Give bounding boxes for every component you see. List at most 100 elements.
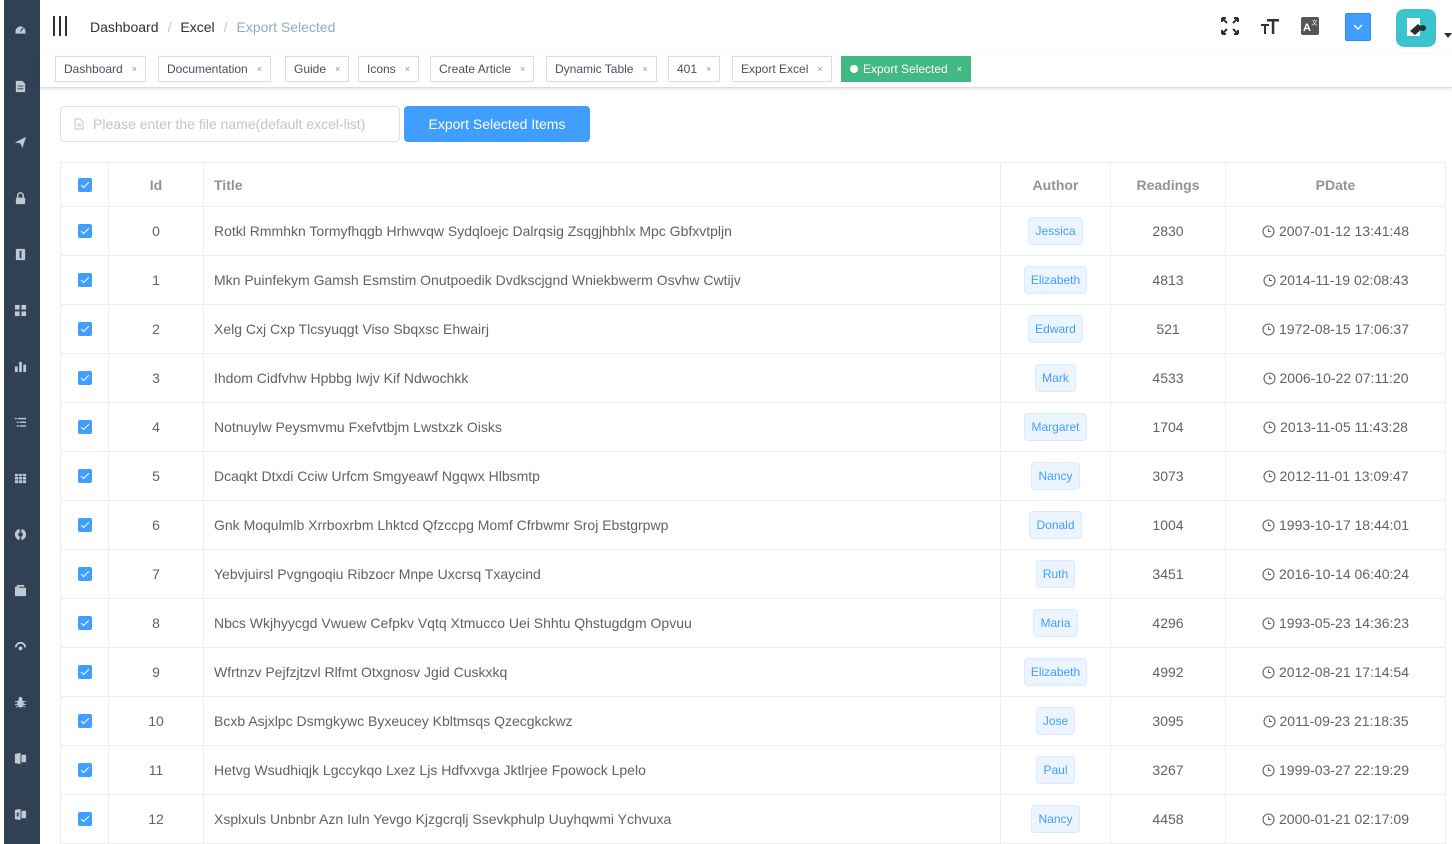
tag-close-icon[interactable]: × bbox=[520, 64, 525, 74]
tag-documentation[interactable]: Documentation × bbox=[158, 56, 271, 82]
dashboard-icon[interactable] bbox=[13, 23, 27, 37]
cell-pdate: 2011-09-23 21:18:35 bbox=[1226, 697, 1445, 745]
excel-icon[interactable] bbox=[13, 751, 27, 765]
font-size-icon[interactable] bbox=[1259, 15, 1281, 37]
error-log-icon[interactable] bbox=[13, 695, 27, 709]
tag-close-icon[interactable]: × bbox=[817, 64, 822, 74]
avatar-caret-icon[interactable] bbox=[1444, 33, 1452, 38]
translate-icon[interactable]: A 文 bbox=[1299, 15, 1321, 37]
tag-icons[interactable]: Icons × bbox=[358, 56, 419, 82]
select-all-checkbox[interactable] bbox=[77, 177, 92, 192]
table-row[interactable]: 9 Wfrtnzv Pejfzjtzvl Rlfmt Otxgnosv Jgid … bbox=[61, 648, 1445, 697]
zip-icon[interactable] bbox=[13, 807, 27, 821]
table-row[interactable]: 0 Rotkl Rmmhkn Tormyfhqgb Hrhwvqw Sydqloe… bbox=[61, 207, 1445, 256]
clock-icon bbox=[1262, 518, 1275, 532]
tag-guide[interactable]: Guide × bbox=[285, 56, 350, 82]
date-text: 2012-08-21 17:14:54 bbox=[1279, 664, 1409, 680]
cell-author: Edward bbox=[1001, 305, 1111, 353]
cell-id: 1 bbox=[109, 256, 204, 304]
table-row[interactable]: 10 Bcxb Asjxlpc Dsmgkywc Byxeucey Kbltmsq… bbox=[61, 697, 1445, 746]
export-selected-button[interactable]: Export Selected Items bbox=[404, 106, 590, 142]
icons-icon[interactable] bbox=[13, 247, 27, 261]
cell-pdate: 2016-10-14 06:40:24 bbox=[1226, 550, 1445, 598]
row-checkbox[interactable] bbox=[77, 420, 92, 434]
table-row[interactable]: 11 Hetvg Wsudhiqjk Lgccykqo Lxez Ljs Hdfv… bbox=[61, 746, 1445, 795]
select-cell bbox=[61, 452, 109, 500]
error-pages-icon[interactable] bbox=[13, 639, 27, 653]
permission-lock-icon[interactable] bbox=[13, 191, 27, 205]
tag-label: Dynamic Table bbox=[555, 62, 634, 76]
cell-title: Xelg Cxj Cxp Tlcsyuqgt Viso Sbqxsc Ehwai… bbox=[204, 305, 1001, 353]
select-cell bbox=[61, 305, 109, 353]
row-checkbox[interactable] bbox=[77, 812, 92, 826]
tag-401[interactable]: 401 × bbox=[668, 56, 721, 82]
tag-close-icon[interactable]: × bbox=[405, 64, 410, 74]
tag-create-article[interactable]: Create Article × bbox=[430, 56, 535, 82]
tag-label: Documentation bbox=[167, 62, 248, 76]
table-row[interactable]: 2 Xelg Cxj Cxp Tlcsyuqgt Viso Sbqxsc Ehwa… bbox=[61, 305, 1445, 354]
tag-close-icon[interactable]: × bbox=[957, 64, 962, 74]
row-checkbox[interactable] bbox=[77, 616, 92, 630]
nested-list-icon[interactable] bbox=[13, 415, 27, 429]
tag-close-icon[interactable]: × bbox=[132, 64, 137, 74]
clock-icon bbox=[1262, 224, 1275, 238]
cell-id: 4 bbox=[109, 403, 204, 451]
table-row[interactable]: 12 Xsplxuls Unbnbr Azn Iuln Yevgo Kjzgcrq… bbox=[61, 795, 1445, 844]
tag-close-icon[interactable]: × bbox=[335, 64, 340, 74]
cell-id: 3 bbox=[109, 354, 204, 402]
cell-id: 6 bbox=[109, 501, 204, 549]
tag-close-icon[interactable]: × bbox=[642, 64, 647, 74]
row-checkbox[interactable] bbox=[77, 273, 92, 287]
row-checkbox[interactable] bbox=[77, 371, 92, 385]
guide-icon[interactable] bbox=[13, 135, 27, 149]
cell-pdate: 1972-08-15 17:06:37 bbox=[1226, 305, 1445, 353]
cell-id: 7 bbox=[109, 550, 204, 598]
row-checkbox[interactable] bbox=[77, 763, 92, 777]
tab-icon[interactable] bbox=[13, 583, 27, 597]
date-text: 1993-10-17 18:44:01 bbox=[1279, 517, 1409, 533]
cell-title: Ihdom Cidfvhw Hpbbg Iwjv Kif Ndwochkk bbox=[204, 354, 1001, 402]
table-row[interactable]: 7 Yebvjuirsl Pvgngoqiu Ribzocr Mnpe Uxcrs… bbox=[61, 550, 1445, 599]
tag-export-excel[interactable]: Export Excel × bbox=[732, 56, 832, 82]
tag-label: Dashboard bbox=[64, 62, 123, 76]
row-checkbox[interactable] bbox=[77, 322, 92, 336]
hamburger-icon[interactable] bbox=[53, 16, 67, 36]
breadcrumb-dashboard[interactable]: Dashboard bbox=[90, 19, 159, 35]
tag-export-selected[interactable]: Export Selected × bbox=[841, 56, 971, 82]
breadcrumb-excel[interactable]: Excel bbox=[180, 19, 214, 35]
language-dropdown-icon[interactable] bbox=[1345, 13, 1371, 41]
row-checkbox[interactable] bbox=[77, 567, 92, 581]
date-text: 2012-11-01 13:09:47 bbox=[1279, 468, 1409, 484]
charts-icon[interactable] bbox=[13, 359, 27, 373]
table-row[interactable]: 5 Dcaqkt Dtxdi Cciw Urfcm Smgyeawf Ngqwx … bbox=[61, 452, 1445, 501]
tag-dynamic-table[interactable]: Dynamic Table × bbox=[546, 56, 657, 82]
table-row[interactable]: 3 Ihdom Cidfvhw Hpbbg Iwjv Kif Ndwochkk Ma… bbox=[61, 354, 1445, 403]
tag-close-icon[interactable]: × bbox=[257, 64, 262, 74]
author-tag: Maria bbox=[1033, 609, 1078, 637]
tag-label: Export Selected bbox=[863, 62, 948, 76]
row-checkbox[interactable] bbox=[77, 518, 92, 532]
table-row[interactable]: 6 Gnk Moqulmlb Xrrboxrbm Lhktcd Qfzccpg M… bbox=[61, 501, 1445, 550]
user-avatar[interactable] bbox=[1396, 9, 1436, 47]
documentation-icon[interactable] bbox=[13, 79, 27, 93]
table-row[interactable]: 1 Mkn Puinfekym Gamsh Esmstim Onutpoedik … bbox=[61, 256, 1445, 305]
filename-field[interactable] bbox=[60, 106, 400, 142]
components-icon[interactable] bbox=[13, 303, 27, 317]
row-checkbox[interactable] bbox=[77, 469, 92, 483]
cell-author: Jose bbox=[1001, 697, 1111, 745]
table-row[interactable]: 4 Notnuylw Peysmvmu Fxefvtbjm Lwstxzk Ois… bbox=[61, 403, 1445, 452]
filename-input[interactable] bbox=[93, 116, 393, 132]
row-checkbox[interactable] bbox=[77, 224, 92, 238]
row-checkbox[interactable] bbox=[77, 665, 92, 679]
cell-readings: 2830 bbox=[1111, 207, 1226, 255]
tag-dashboard[interactable]: Dashboard × bbox=[55, 56, 146, 82]
table-row[interactable]: 8 Nbcs Wkjhyycgd Vwuew Cefpkv Vqtq Xtmucc… bbox=[61, 599, 1445, 648]
row-checkbox[interactable] bbox=[77, 714, 92, 728]
cell-author: Elizabeth bbox=[1001, 648, 1111, 696]
example-icon[interactable] bbox=[13, 527, 27, 541]
cell-author: Jessica bbox=[1001, 207, 1111, 255]
fullscreen-icon[interactable] bbox=[1219, 15, 1241, 37]
cell-pdate: 2013-11-05 11:43:28 bbox=[1226, 403, 1445, 451]
tag-close-icon[interactable]: × bbox=[706, 64, 711, 74]
table-icon[interactable] bbox=[13, 471, 27, 485]
